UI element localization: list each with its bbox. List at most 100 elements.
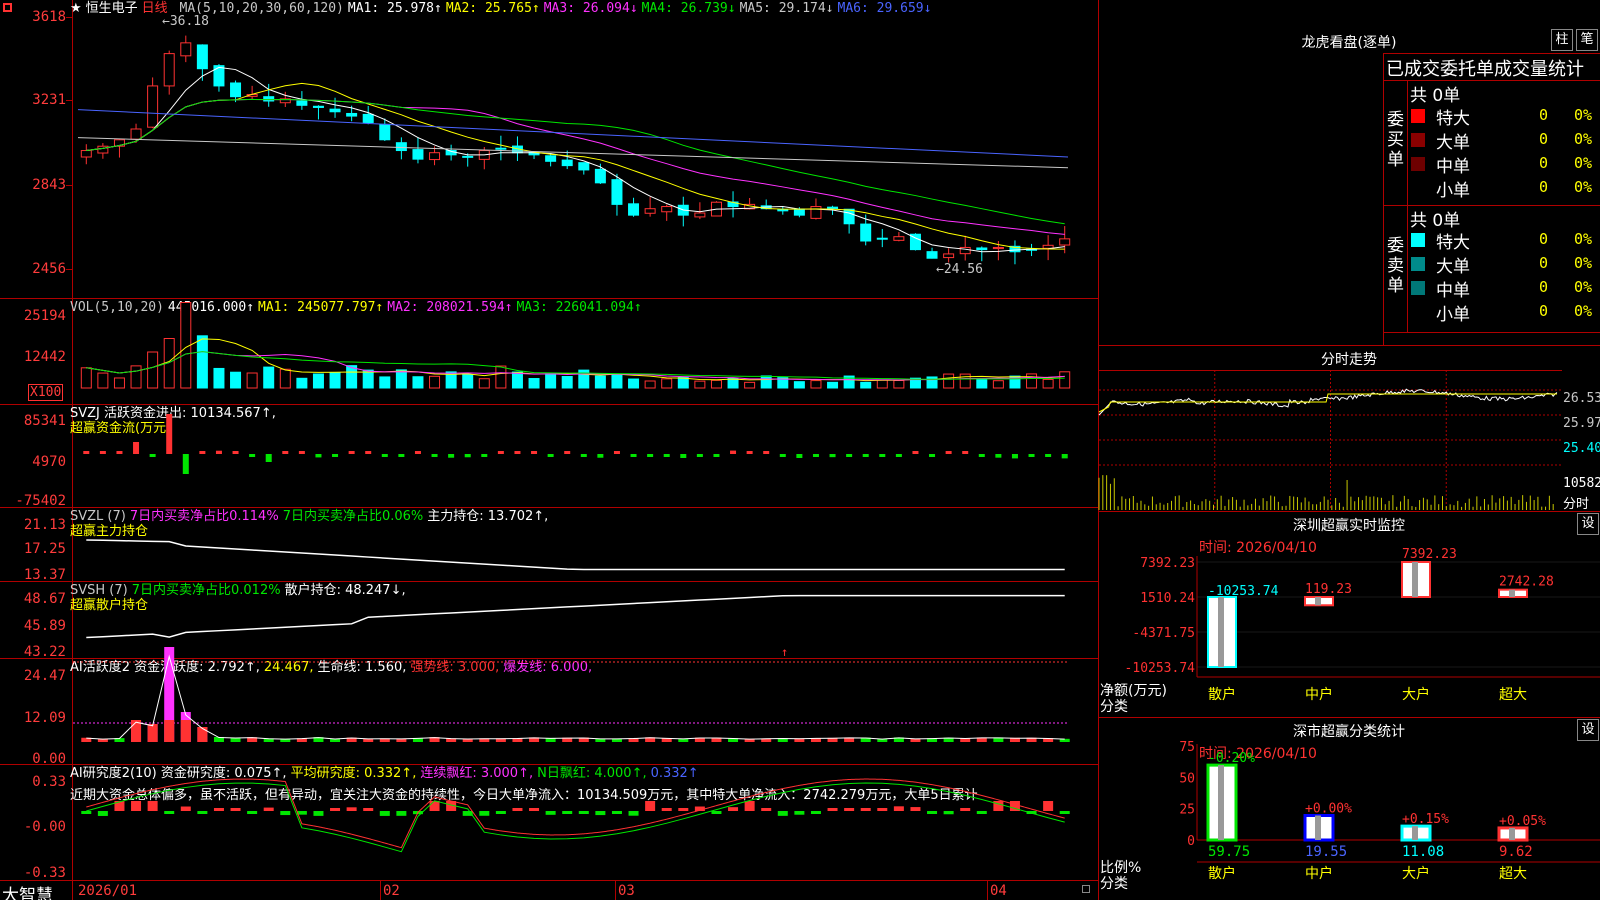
order-size-swatch (1411, 281, 1425, 295)
flow-bar (99, 451, 106, 454)
sz-class-ylabel: 0 (1187, 834, 1195, 849)
bar-toggle-button[interactable]: 柱 (1551, 29, 1573, 51)
flow-bar (630, 454, 637, 457)
sz-class-panel: 深市超赢分类统计 设 时间: 2026/04/10 比例% 分类 75 50 25 0… (1099, 718, 1600, 900)
ai-active-ylabel: 24.47 (23, 668, 66, 684)
main-position-chart[interactable] (73, 507, 1098, 581)
kline-ylabel: 2456 (32, 261, 66, 277)
research-bar (611, 811, 622, 814)
candle-body (661, 206, 673, 213)
volume-bar (462, 374, 474, 389)
volume-bar (860, 381, 872, 389)
ratio-bar-shade (1218, 765, 1224, 840)
research-bar (313, 811, 324, 816)
flow-bar (464, 454, 471, 458)
candle-body (130, 128, 142, 140)
research-bar (860, 808, 871, 811)
research-bar (645, 801, 656, 811)
ma4-line (86, 98, 1065, 225)
research-bar (479, 811, 490, 816)
order-size-swatch (1411, 181, 1425, 195)
flow-bar (83, 451, 90, 454)
svzj-ylabel: 85341 (23, 413, 66, 429)
volume-bar (710, 379, 722, 389)
volume-bar (992, 380, 1004, 389)
volume-bar (113, 377, 125, 389)
ai-activity-chart[interactable]: ↑ (73, 645, 1098, 764)
ai-research-chart[interactable] (73, 764, 1098, 880)
research-bar (810, 811, 821, 814)
brand-logo: 大智慧 (2, 886, 53, 900)
volume-chart[interactable] (73, 298, 1098, 404)
order-count: 0 (1539, 278, 1549, 296)
flow-bar (945, 451, 952, 454)
arrow-marker: ↑ (781, 645, 788, 659)
volume-bar (213, 367, 225, 389)
flow-bar (647, 454, 654, 457)
candlestick-chart[interactable] (73, 0, 1098, 298)
candle-body (1059, 238, 1071, 246)
volume-bar (744, 381, 756, 389)
volume-bar (893, 380, 905, 389)
net-amount-bar-chart[interactable]: 7392.23 1510.24 -4371.75 -10253.74 -10253.74… (1099, 512, 1600, 717)
category-label: 大户 (1402, 865, 1430, 882)
pen-toggle-button[interactable]: 笔 (1576, 29, 1598, 51)
lock-icon[interactable] (1082, 885, 1090, 893)
flow-bar (1011, 454, 1018, 459)
chart-area[interactable]: ★ 恒生电子 日线 MA(5,10,20,30,60,120) MA1: 25.978… (0, 0, 1098, 900)
research-bar (429, 801, 440, 811)
research-line-red (86, 778, 1065, 849)
volume-bar (1026, 373, 1038, 389)
ratio-bar-shade (1315, 815, 1321, 840)
research-bar (1059, 811, 1070, 814)
sz-monitor-ylabel: -4371.75 (1132, 626, 1195, 641)
ma6-line (77, 109, 1069, 158)
volume-bar (329, 372, 341, 389)
research-bar (844, 808, 855, 811)
candle-body (545, 155, 557, 162)
flow-bar (381, 454, 388, 457)
svzj-ylabel: -75402 (15, 493, 66, 509)
fenshi-panel[interactable]: 分时走势 26.53 25.97 25.40 10582 分时 (1098, 346, 1600, 512)
candle-body (628, 203, 640, 216)
volume-bar (677, 376, 689, 389)
flow-bar (680, 454, 687, 458)
flow-bar (862, 454, 869, 457)
volume-bar (926, 376, 938, 389)
candle-body (860, 223, 872, 242)
research-bar (379, 811, 390, 816)
category-label: 超大 (1499, 866, 1527, 882)
flow-bar (580, 454, 587, 457)
ratio-bar-chart[interactable]: 75 50 25 0 -0.20% 59.75 散户 +0.00% 19.55 中户 +0.15% 1… (1099, 718, 1600, 900)
flow-bar (414, 451, 421, 454)
change-label: +0.00% (1305, 801, 1352, 816)
candle-body (876, 237, 888, 240)
longhu-panel: 龙虎看盘(逐单) 柱 笔 已成交委托单成交量统计 委买单 委卖单 共 0单 共 … (1099, 0, 1600, 345)
order-percent: 0% (1574, 130, 1593, 148)
research-bar (678, 808, 689, 811)
flow-bar (166, 414, 173, 454)
research-bar (197, 811, 208, 814)
flow-bar (962, 451, 969, 454)
x-label: 2026/01 (78, 883, 138, 899)
volume-bar (346, 365, 358, 389)
retail-position-chart[interactable] (73, 581, 1098, 658)
capital-flow-chart[interactable] (73, 404, 1098, 507)
order-count: 0 (1539, 130, 1549, 148)
flow-bar (846, 454, 853, 457)
svsh-ylabel: 43.22 (23, 644, 66, 660)
volume-bar (959, 373, 971, 389)
research-bar (562, 811, 573, 814)
net-value-label: 2742.28 (1499, 575, 1554, 590)
order-count: 0 (1539, 106, 1549, 124)
main-position-line (86, 539, 1065, 571)
research-bar (777, 811, 788, 816)
candle-body (611, 179, 623, 205)
intraday-chart[interactable] (1098, 370, 1562, 510)
flow-bar (597, 454, 604, 458)
research-bar (396, 811, 407, 816)
order-percent: 0% (1574, 178, 1593, 196)
sz-monitor-ylabel: -10253.74 (1125, 661, 1196, 676)
research-bar (578, 811, 589, 814)
volume-bar (196, 335, 208, 389)
